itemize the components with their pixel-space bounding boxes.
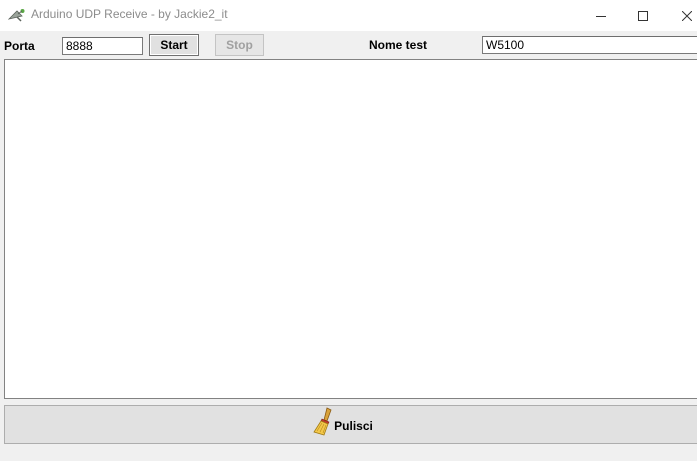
clear-button[interactable]: Pulisci [4, 405, 697, 444]
receive-log-textarea[interactable] [4, 59, 697, 399]
maximize-button[interactable] [620, 0, 666, 31]
start-button[interactable]: Start [149, 34, 199, 56]
maximize-icon [638, 10, 648, 21]
window-title: Arduino UDP Receive - by Jackie2_it [31, 7, 228, 21]
satellite-dish-icon [7, 8, 26, 22]
clear-button-content: Pulisci [312, 407, 373, 442]
minimize-icon [596, 11, 606, 21]
port-label: Porta [4, 39, 35, 53]
main-window: Arduino UDP Receive - by Jackie2_it Port… [0, 0, 697, 461]
close-icon [682, 10, 692, 21]
stop-button[interactable]: Stop [215, 34, 264, 56]
test-name-input[interactable]: W5100 [482, 36, 697, 54]
clear-button-label: Pulisci [334, 418, 373, 433]
close-button[interactable] [664, 0, 697, 31]
port-input[interactable]: 8888 [62, 37, 143, 55]
minimize-button[interactable] [578, 0, 624, 31]
title-bar[interactable]: Arduino UDP Receive - by Jackie2_it [0, 0, 697, 31]
test-name-label: Nome test [369, 38, 428, 52]
broom-icon [312, 407, 336, 442]
